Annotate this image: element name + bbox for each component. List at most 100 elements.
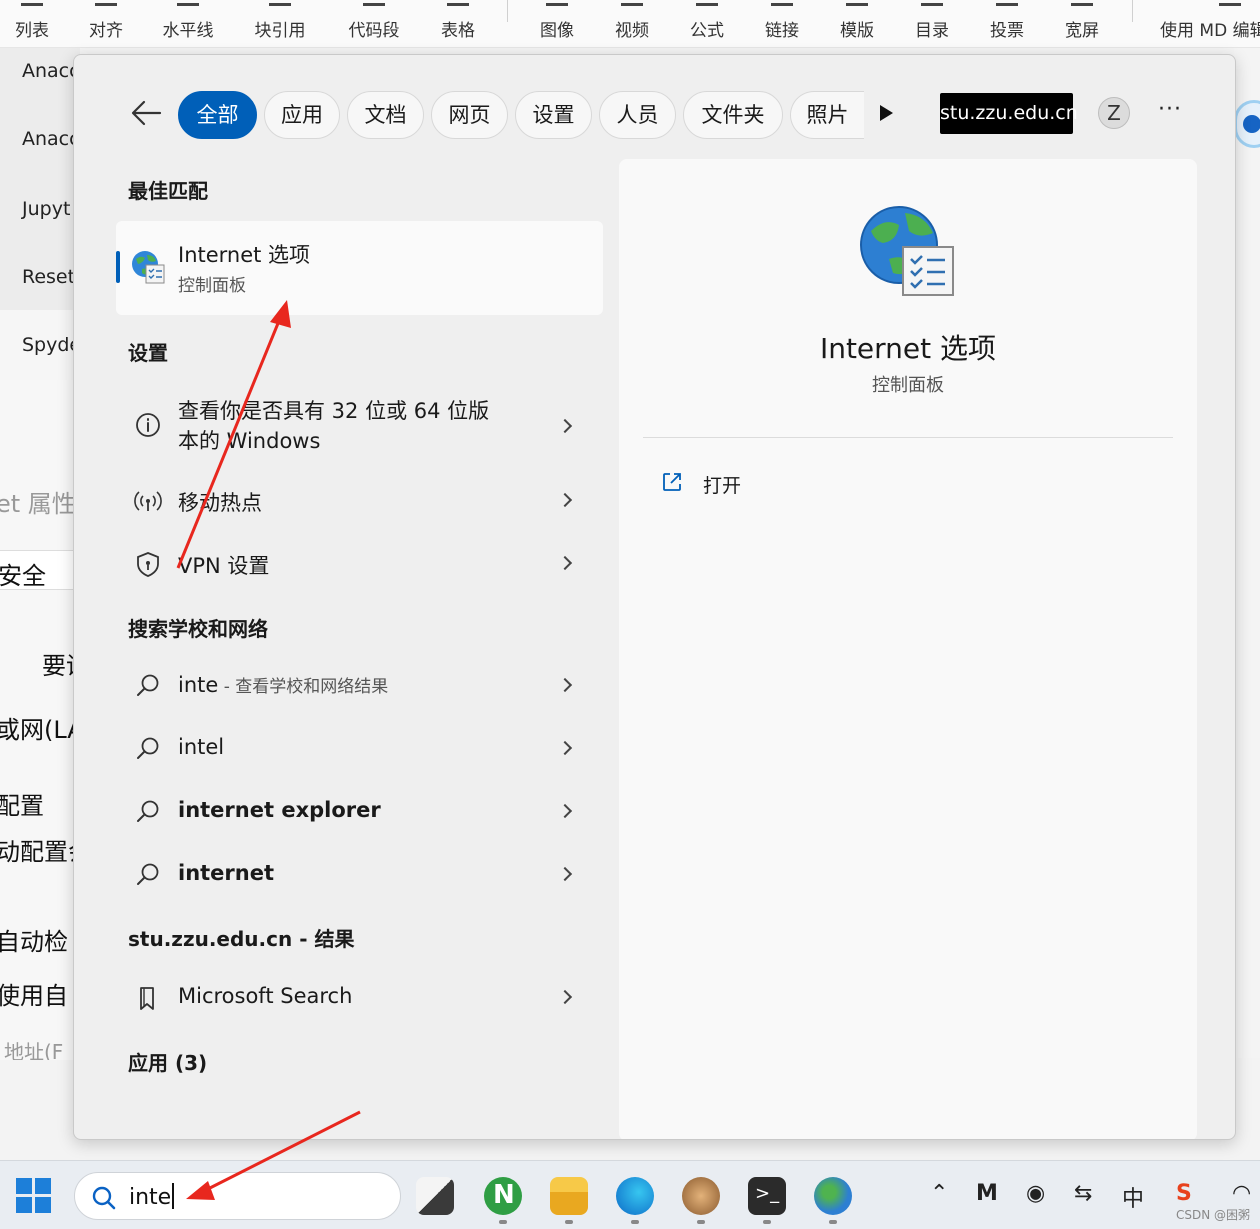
apps-header: 应用 (3): [128, 1051, 208, 1075]
filter-apps-chip[interactable]: 应用: [264, 91, 340, 139]
show-hidden-icons-chevron-icon[interactable]: ⌃: [930, 1181, 948, 1206]
school-network-header: 搜索学校和网络: [128, 617, 268, 641]
md-editor-icon: [1219, 0, 1241, 6]
open-action[interactable]: 打开: [703, 471, 741, 498]
open-external-icon[interactable]: [661, 471, 683, 493]
setting-item-hotspot[interactable]: 移动热点: [116, 473, 603, 529]
horizontal-line-icon: [177, 0, 199, 6]
school-result-item[interactable]: internet explorer: [116, 784, 603, 840]
toolbar-align-button[interactable]: 对齐: [80, 0, 132, 47]
edge-browser-icon[interactable]: [616, 1177, 654, 1224]
bookmark-icon: [140, 987, 154, 1010]
toolbar-link-button[interactable]: 链接: [756, 0, 808, 47]
user-profile-app-icon[interactable]: [682, 1177, 720, 1224]
list-item: Anacc: [22, 128, 80, 150]
wifi-icon[interactable]: ◠: [1232, 1181, 1251, 1206]
filter-settings-chip[interactable]: 设置: [515, 91, 592, 139]
detail-title: Internet 选项: [819, 332, 997, 365]
settings-sliders-icon[interactable]: ⇆: [1074, 1181, 1092, 1206]
file-explorer-icon[interactable]: [550, 1177, 588, 1224]
toolbar-vote-button[interactable]: 投票: [981, 0, 1033, 47]
editor-toolbar: 列表 对齐 水平线 块引用 代码段 表格 图像 视频 公式 链接 模版 目录 投…: [0, 0, 1260, 48]
list-item: Jupyt: [22, 198, 71, 220]
background-app-list: Anacc Anacc Jupyt Reset Spyde: [0, 48, 81, 380]
notepad-n-app-icon[interactable]: N: [484, 1177, 522, 1224]
search-icon: [137, 737, 159, 759]
org-result-item[interactable]: Microsoft Search: [116, 970, 603, 1026]
result-text: Microsoft Search: [178, 984, 353, 1008]
toolbar-hr-button[interactable]: 水平线: [156, 0, 220, 47]
image-icon: [546, 0, 568, 6]
windows-search-panel: 全部 应用 文档 网页 设置 人员 文件夹 照片 stu.zzu.edu.cn …: [73, 54, 1236, 1140]
result-text: internet: [178, 861, 275, 885]
dialog-text: 使用自: [0, 982, 68, 1010]
toolbar-video-button[interactable]: 视频: [606, 0, 658, 47]
toolbar-toc-button[interactable]: 目录: [906, 0, 958, 47]
toolbar-formula-button[interactable]: 公式: [681, 0, 733, 47]
link-icon: [771, 0, 793, 6]
setting-item-label: 本的 Windows: [178, 429, 321, 453]
chevron-right-icon: [557, 803, 573, 819]
school-result-item[interactable]: intel: [116, 721, 603, 777]
markdown-tray-icon[interactable]: M: [976, 1181, 998, 1206]
user-avatar[interactable]: Z: [1098, 97, 1130, 129]
best-match-header: 最佳匹配: [128, 179, 208, 203]
toolbar-image-button[interactable]: 图像: [531, 0, 583, 47]
internet-options-icon: [132, 251, 165, 284]
result-text: inte - 查看学校和网络结果: [178, 673, 389, 697]
list-item: Reset: [22, 266, 76, 288]
filter-people-chip[interactable]: 人员: [599, 91, 676, 139]
dialog-text: 或网(LA: [0, 716, 80, 744]
ime-indicator[interactable]: 中: [1122, 1181, 1144, 1213]
back-arrow-icon[interactable]: [130, 99, 162, 127]
toolbar-widescreen-button[interactable]: 宽屏: [1056, 0, 1108, 47]
setting-item-vpn[interactable]: VPN 设置: [116, 536, 603, 592]
template-icon: [846, 0, 868, 6]
info-icon: [136, 413, 160, 437]
setting-item-bitness[interactable]: 查看你是否具有 32 位或 64 位版 本的 Windows: [116, 393, 603, 457]
hotspot-icon: [134, 491, 162, 511]
dialog-text: 自动检: [0, 928, 68, 956]
filter-web-chip[interactable]: 网页: [431, 91, 508, 139]
formula-icon: [696, 0, 718, 6]
search-icon: [137, 863, 159, 885]
align-icon: [95, 0, 117, 6]
text-caret: [172, 1183, 175, 1209]
task-view-icon[interactable]: [416, 1177, 454, 1215]
filter-docs-chip[interactable]: 文档: [347, 91, 424, 139]
toolbar-code-button[interactable]: 代码段: [342, 0, 406, 47]
chevron-right-icon: [557, 866, 573, 882]
internet-options-task-icon[interactable]: [814, 1177, 852, 1224]
filter-folders-chip[interactable]: 文件夹: [683, 91, 783, 139]
more-filters-arrow-icon[interactable]: [880, 105, 893, 121]
windows-start-icon[interactable]: [16, 1178, 52, 1214]
toolbar-md-button[interactable]: 使用 MD 编辑: [1160, 0, 1260, 47]
school-result-item[interactable]: inte - 查看学校和网络结果: [116, 658, 603, 714]
toolbar-template-button[interactable]: 模版: [831, 0, 883, 47]
org-results-header: stu.zzu.edu.cn - 结果: [128, 927, 355, 951]
sogou-ime-icon[interactable]: S: [1176, 1181, 1192, 1206]
toc-icon: [921, 0, 943, 6]
school-result-item[interactable]: internet: [116, 847, 603, 903]
qq-tray-icon[interactable]: ◉: [1026, 1181, 1045, 1206]
filter-all-chip[interactable]: 全部: [178, 91, 257, 139]
search-query[interactable]: inte: [129, 1183, 175, 1210]
terminal-icon[interactable]: >_: [748, 1177, 786, 1224]
chevron-right-icon: [557, 989, 573, 1005]
vote-icon: [996, 0, 1018, 6]
csdn-watermark: CSDN @困粥: [1176, 1208, 1251, 1222]
toolbar-list-button[interactable]: 列表: [6, 0, 58, 47]
best-match-result[interactable]: Internet 选项 控制面板: [116, 221, 603, 315]
best-match-subtitle: 控制面板: [178, 276, 246, 296]
table-icon: [447, 0, 469, 6]
list-icon: [21, 0, 43, 6]
toolbar-quote-button[interactable]: 块引用: [248, 0, 312, 47]
filter-photos-chip[interactable]: 照片: [790, 91, 864, 139]
organization-badge[interactable]: stu.zzu.edu.cn: [940, 93, 1078, 134]
chevron-right-icon: [557, 740, 573, 756]
floating-assistant-icon[interactable]: [1234, 100, 1260, 148]
toolbar-table-button[interactable]: 表格: [432, 0, 484, 47]
more-options-icon[interactable]: ···: [1158, 97, 1182, 122]
search-icon: [92, 1186, 116, 1210]
taskbar-search-input[interactable]: inte: [74, 1172, 401, 1220]
